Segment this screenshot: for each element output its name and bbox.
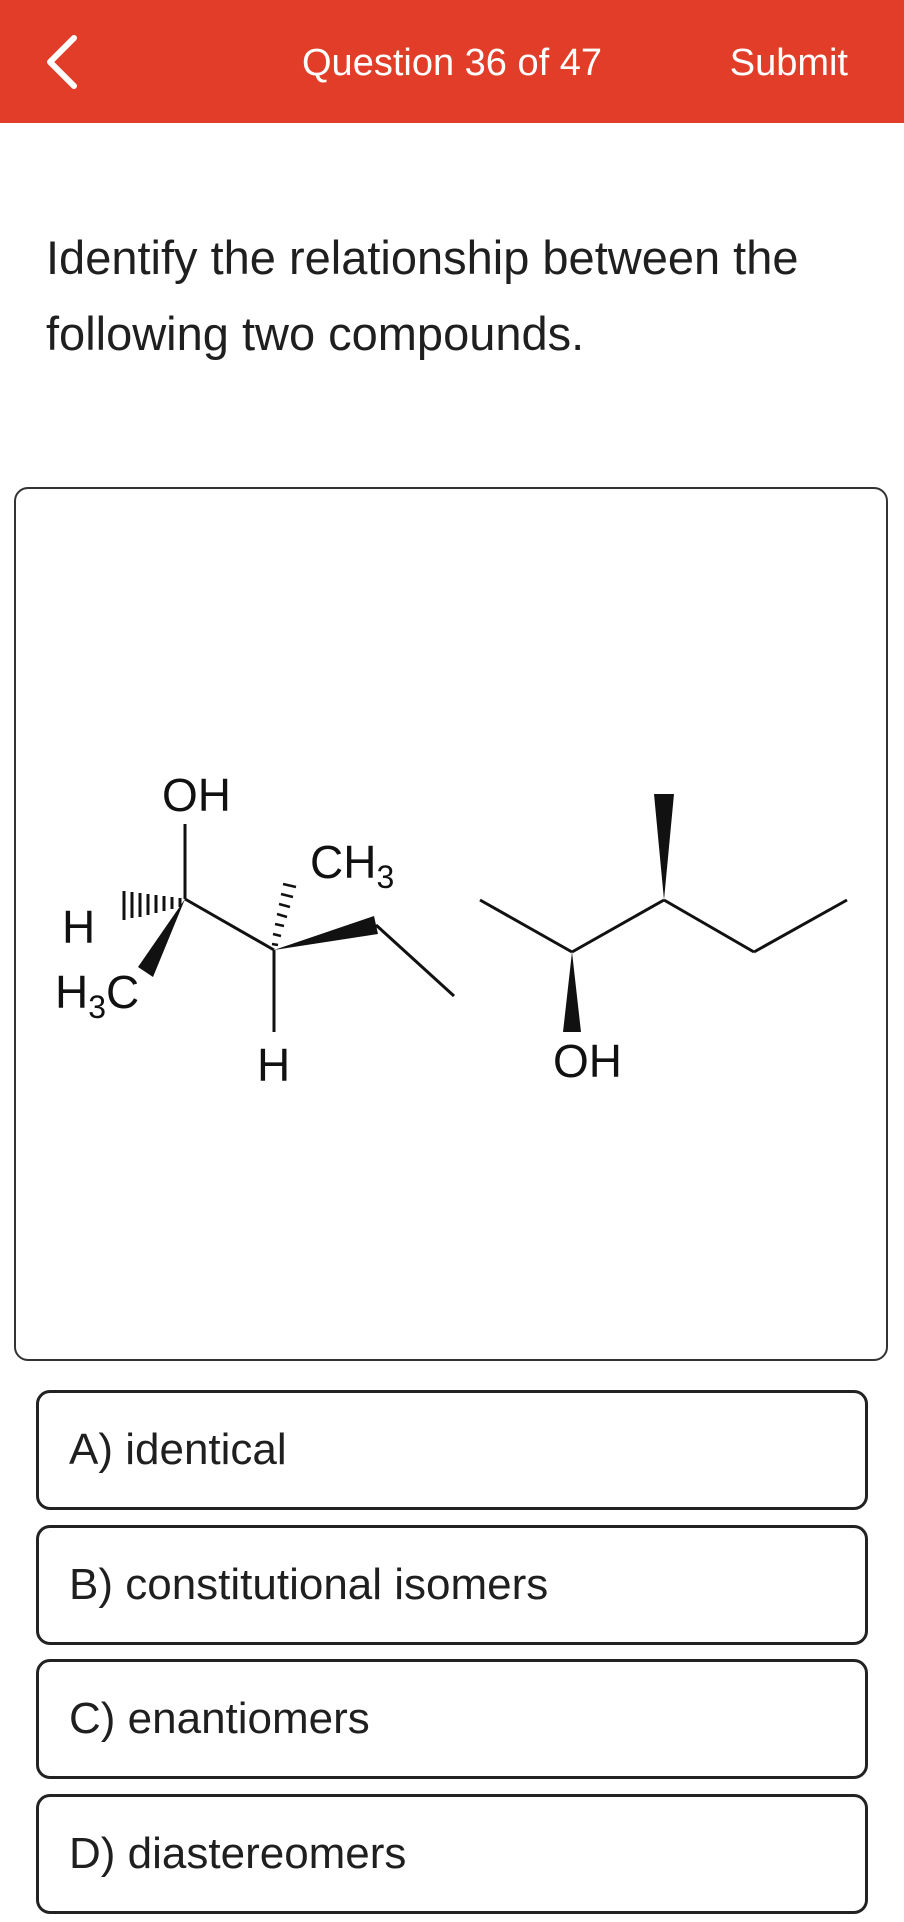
option-c[interactable]: C) enantiomers	[36, 1659, 868, 1779]
h-label: H	[257, 1039, 290, 1091]
option-a[interactable]: A) identical	[36, 1390, 868, 1510]
hashed-bond	[122, 891, 182, 920]
oh-label: OH	[162, 769, 231, 821]
h3c-label: H3C	[55, 966, 139, 1025]
right-compound: OH	[479, 794, 848, 1087]
option-label: A) identical	[69, 1425, 287, 1474]
option-b[interactable]: B) constitutional isomers	[36, 1525, 868, 1645]
wedge-bond	[138, 899, 185, 977]
wedge-bond	[563, 952, 581, 1032]
ch3-label: CH3	[310, 836, 394, 895]
h-label: H	[62, 901, 95, 953]
wedge-bond	[274, 916, 378, 950]
wedge-bond	[654, 794, 674, 900]
option-label: B) constitutional isomers	[69, 1560, 549, 1609]
hashed-bond	[271, 882, 297, 947]
oh-label: OH	[553, 1035, 622, 1087]
structure-figure: OH H H3C CH3 H OH	[14, 487, 888, 1361]
option-label: C) enantiomers	[69, 1694, 370, 1743]
option-d[interactable]: D) diastereomers	[36, 1794, 868, 1914]
left-compound: OH H H3C CH3 H	[55, 769, 456, 1091]
option-label: D) diastereomers	[69, 1829, 407, 1878]
